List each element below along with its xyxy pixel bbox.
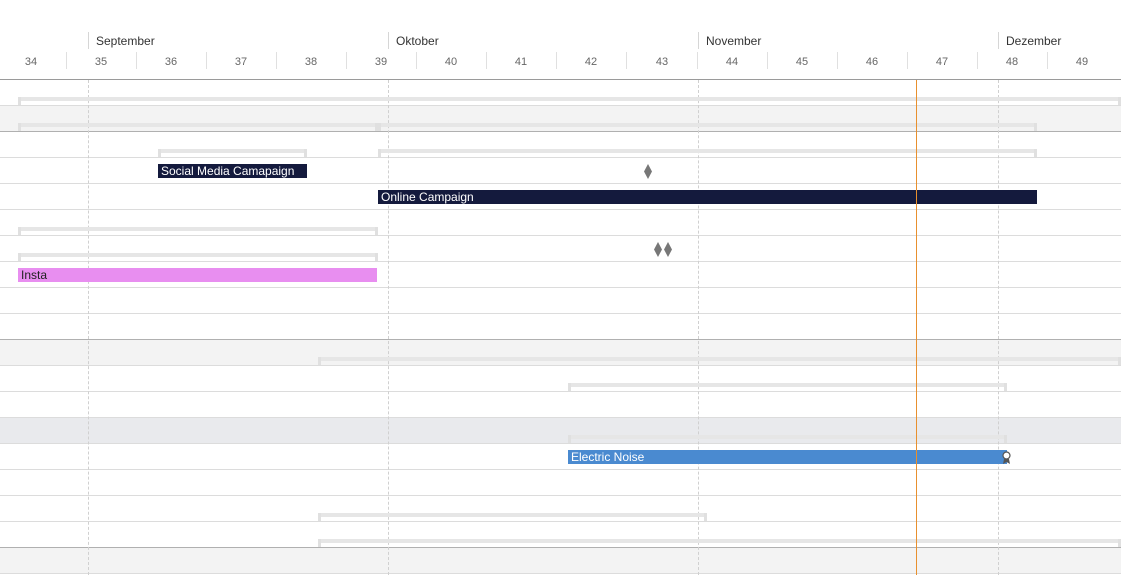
timeline-row[interactable] [0,496,1121,522]
week-divider [907,52,908,69]
week-label: 46 [865,56,879,68]
week-label: 49 [1075,56,1089,68]
pin-marker-icon[interactable] [1002,451,1011,465]
task-bar-social-media[interactable]: Social Media Camapaign [158,164,307,178]
group-row[interactable] [0,340,1121,366]
week-divider [626,52,627,69]
timeline-row[interactable] [0,522,1121,548]
week-label: 37 [234,56,248,68]
month-label-dezember: Dezember [1006,34,1062,48]
week-divider [486,52,487,69]
week-divider [697,52,698,69]
summary-bar[interactable] [18,97,1121,105]
group-row[interactable] [0,418,1121,444]
week-divider [136,52,137,69]
week-label: 35 [94,56,108,68]
summary-bar[interactable] [568,383,1007,391]
week-divider [66,52,67,69]
month-divider [698,32,699,49]
task-bar-online-campaign[interactable]: Online Campaign [378,190,1037,204]
timeline-row[interactable] [0,236,1121,262]
week-divider [837,52,838,69]
summary-bar[interactable] [318,539,1121,547]
summary-bar[interactable] [158,149,307,157]
week-label: 38 [304,56,318,68]
month-divider [88,32,89,49]
month-label-november: November [706,34,762,48]
group-row[interactable] [0,106,1121,132]
week-label: 42 [584,56,598,68]
timeline-row[interactable] [0,392,1121,418]
milestone-diamond-icon[interactable] [664,242,672,257]
summary-bar[interactable] [568,435,1007,443]
week-label: 44 [725,56,739,68]
week-divider [977,52,978,69]
milestone-diamond-icon[interactable] [654,242,662,257]
week-label: 47 [935,56,949,68]
timeline-row[interactable] [0,80,1121,106]
week-label: 48 [1005,56,1019,68]
group-row[interactable] [0,548,1121,574]
month-divider [998,32,999,49]
month-label-oktober: Oktober [396,34,439,48]
timeline-header: September Oktober November Dezember 34 3… [0,0,1121,80]
month-label-september: September [96,34,155,48]
week-divider [767,52,768,69]
summary-bar[interactable] [18,227,378,235]
summary-bar[interactable] [318,357,1121,365]
today-line [916,80,917,575]
week-divider [556,52,557,69]
task-bar-electric-noise[interactable]: Electric Noise [568,450,1007,464]
week-label: 36 [164,56,178,68]
summary-bar[interactable] [378,149,1037,157]
month-gridline [388,80,389,575]
timeline-row[interactable] [0,210,1121,236]
week-label: 43 [655,56,669,68]
week-divider [1047,52,1048,69]
month-divider [388,32,389,49]
summary-bar[interactable] [378,123,1037,131]
week-label: 40 [444,56,458,68]
week-label: 45 [795,56,809,68]
week-label: 34 [24,56,38,68]
timeline-row[interactable] [0,366,1121,392]
milestone-diamond-icon[interactable] [644,164,652,179]
week-divider [206,52,207,69]
timeline-row[interactable] [0,288,1121,314]
month-gridline [998,80,999,575]
month-gridline [88,80,89,575]
week-label: 41 [514,56,528,68]
summary-bar[interactable] [318,513,707,521]
task-bar-insta[interactable]: Insta [18,268,377,282]
timeline-row[interactable] [0,470,1121,496]
summary-bar[interactable] [18,123,378,131]
week-label: 39 [374,56,388,68]
week-divider [276,52,277,69]
gantt-chart: September Oktober November Dezember 34 3… [0,0,1121,575]
month-gridline [698,80,699,575]
week-divider [346,52,347,69]
timeline-row[interactable] [0,314,1121,340]
summary-bar[interactable] [18,253,378,261]
timeline-row[interactable] [0,132,1121,158]
week-divider [416,52,417,69]
